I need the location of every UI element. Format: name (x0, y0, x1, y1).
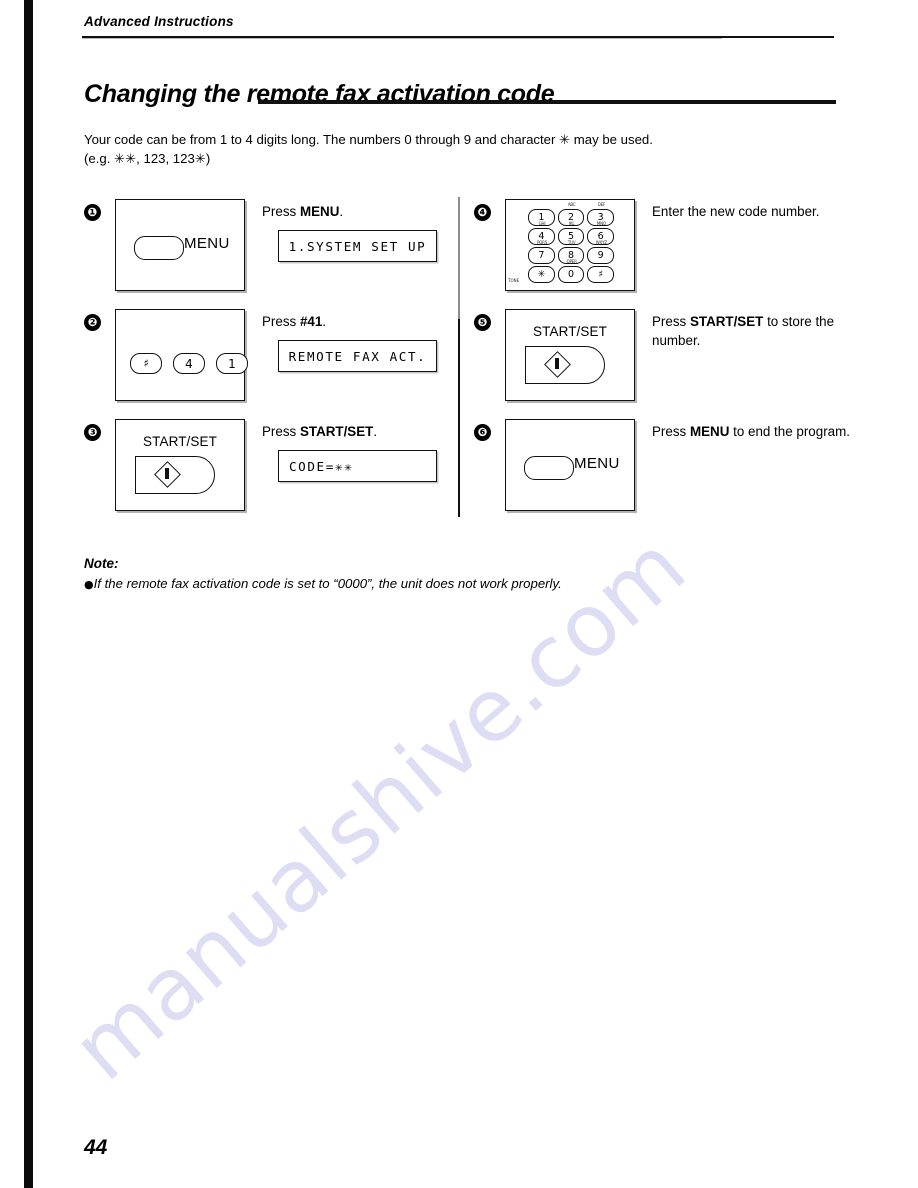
note-text: If the remote fax activation code is set… (93, 576, 562, 591)
step-2-lcd-display: REMOTE FAX ACT. (278, 340, 437, 372)
diamond-bar-icon (165, 468, 169, 479)
keypad-key-3-sub: DEF (597, 202, 606, 207)
keypad-key-9-sub: WXYZ (595, 240, 607, 245)
start-set-label: START/SET (533, 324, 607, 339)
keypad-key-7[interactable]: PQRS 7 (528, 241, 555, 264)
keypad-key-hash[interactable]: ♯ (587, 266, 615, 283)
step-1-instruction-suffix: . (339, 204, 344, 219)
step-3-instruction-key: START/SET (299, 424, 374, 439)
step-1-number: ❶ (84, 204, 101, 221)
digit-key-1[interactable]: 1 (216, 353, 248, 374)
keypad-key-0-label: 0 (567, 268, 575, 280)
note-body: ●If the remote fax activation code is se… (84, 575, 784, 594)
keypad-key-asterisk[interactable]: ✳ (528, 266, 555, 283)
running-head-rule (82, 36, 834, 41)
diamond-bar-icon (555, 358, 559, 369)
step-6-instruction-key: MENU (689, 424, 730, 439)
step-6-instruction-prefix: Press (652, 424, 690, 439)
step-2-instruction-prefix: Press (262, 314, 300, 329)
column-divider (458, 197, 460, 517)
step-2-device-panel: ♯ 4 1 (115, 309, 248, 401)
step-2-instruction-suffix: . (322, 314, 327, 329)
step-4-device-panel: 1 ABC 2 DEF 3 GHI 4 JKL 5 MNO 6 PQRS 7 TUV 8 WX… (505, 199, 635, 291)
step-2-instruction-key: #41 (299, 314, 323, 329)
step-4-number: ❹ (474, 204, 491, 221)
start-set-label: START/SET (143, 434, 217, 449)
step-2-lcd-text: REMOTE FAX ACT. (288, 348, 427, 364)
step-3-instruction-suffix: . (373, 424, 378, 439)
numeric-keypad: 1 ABC 2 DEF 3 GHI 4 JKL 5 MNO 6 PQRS 7 TUV 8 WX… (528, 203, 615, 285)
keypad-key-5-sub: JKL (568, 221, 575, 226)
page-title: Changing the remote fax activation code (84, 80, 555, 108)
intro-line-2: (e.g. ✳✳, 123, 123✳) (84, 151, 211, 166)
step-5-device-panel: START/SET (505, 309, 635, 401)
step-3-lcd-text: CODE=✳✳ (289, 458, 354, 474)
step-3-instruction-prefix: Press (262, 424, 300, 439)
step-5-number: ❺ (474, 314, 491, 331)
step-2-instruction: Press #41. (262, 312, 462, 331)
keypad-key-asterisk-label: ✳ (537, 268, 546, 280)
menu-button[interactable] (134, 236, 184, 260)
step-2-number: ❷ (84, 314, 101, 331)
manual-page: manualshive.com Advanced Instructions Ch… (0, 0, 918, 1188)
menu-button-label: MENU (184, 235, 230, 252)
step-1-lcd-text: 1.SYSTEM SET UP (288, 238, 427, 254)
step-5-instruction-key: START/SET (689, 314, 764, 329)
step-1-instruction-key: MENU (299, 204, 340, 219)
keypad-key-8-sub: TUV (567, 240, 576, 245)
step-4-instruction-suffix: Enter the new code number. (652, 204, 820, 219)
page-number: 44 (84, 1136, 108, 1159)
note-bullet-icon: ● (84, 578, 94, 591)
title-rule (258, 100, 836, 104)
hash-key[interactable]: ♯ (130, 353, 162, 374)
menu-button-label: MENU (574, 455, 620, 472)
keypad-key-7-label: 7 (538, 249, 545, 261)
step-3-instruction: Press START/SET. (262, 422, 462, 441)
keypad-key-0-sub: OPER (566, 259, 577, 264)
digit-key-4[interactable]: 4 (173, 353, 205, 374)
step-1-instruction-prefix: Press (262, 204, 300, 219)
intro-line-1: Your code can be from 1 to 4 digits long… (84, 132, 653, 147)
step-1-device-panel: MENU (115, 199, 245, 291)
step-5-instruction-prefix: Press (652, 314, 690, 329)
note-heading: Note: (84, 556, 119, 571)
step-3-lcd-display: CODE=✳✳ (278, 450, 437, 482)
watermark-text: manualshive.com (54, 516, 705, 1100)
menu-button[interactable] (524, 456, 574, 480)
step-6-number: ❻ (474, 424, 491, 441)
keypad-key-7-sub: PQRS (536, 240, 548, 245)
step-2-key-row: ♯ 4 1 (130, 353, 248, 374)
start-set-button[interactable] (525, 346, 605, 384)
step-6-device-panel: MENU (505, 419, 635, 511)
keypad-row: ✳ OPER 0 ♯ (528, 260, 615, 283)
keypad-key-2-sub: ABC (567, 202, 576, 207)
keypad-key-hash-label: ♯ (598, 268, 603, 280)
step-6-instruction-suffix: to end the program. (729, 424, 850, 439)
intro-paragraph: Your code can be from 1 to 4 digits long… (84, 130, 804, 168)
running-head: Advanced Instructions (84, 14, 234, 29)
keypad-key-9-label: 9 (597, 249, 604, 261)
step-4-instruction: Enter the new code number. (652, 202, 882, 221)
step-3-number: ❸ (84, 424, 101, 441)
step-6-instruction: Press MENU to end the program. (652, 422, 882, 441)
keypad-key-0[interactable]: OPER 0 (557, 260, 585, 283)
keypad-key-4-sub: GHI (538, 221, 546, 226)
step-1-instruction: Press MENU. (262, 202, 462, 221)
keypad-key-6-sub: MNO (596, 221, 606, 226)
step-1-lcd-display: 1.SYSTEM SET UP (278, 230, 437, 262)
start-set-button[interactable] (135, 456, 215, 494)
step-3-device-panel: START/SET (115, 419, 245, 511)
keypad-footnote: TONE (508, 278, 520, 283)
keypad-key-9[interactable]: WXYZ 9 (587, 241, 615, 264)
step-5-instruction: Press START/SET to store the number. (652, 312, 882, 350)
scan-binding-edge (24, 0, 33, 1188)
